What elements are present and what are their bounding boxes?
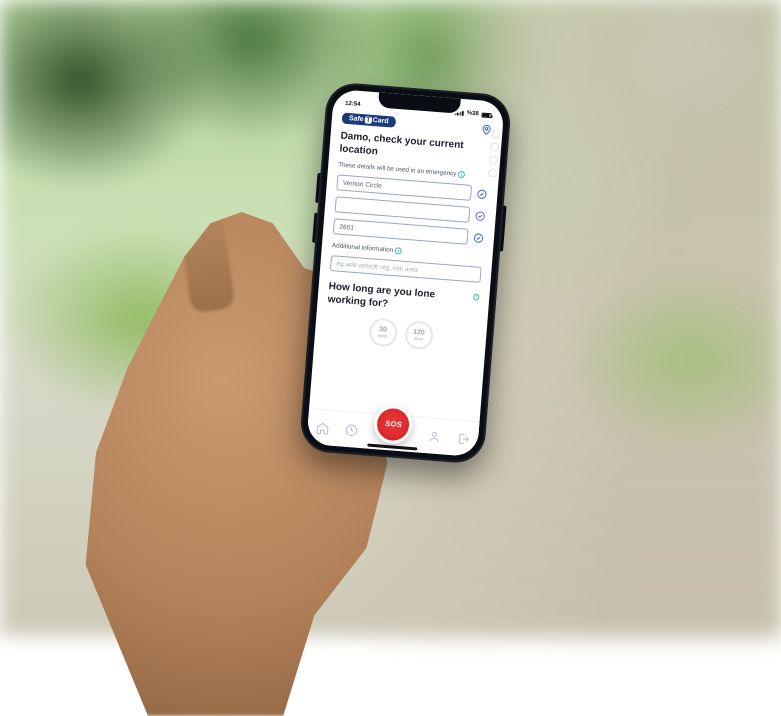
info-icon[interactable]: i (395, 247, 403, 255)
tab-history-icon[interactable] (344, 422, 359, 437)
tab-home-icon[interactable] (315, 420, 330, 435)
form-body: Damo, check your current location These … (309, 130, 501, 422)
address2-verified-icon (474, 210, 486, 222)
postcode-input[interactable]: 2601 (333, 218, 469, 245)
home-indicator[interactable] (367, 444, 417, 451)
address1-verified-icon (476, 188, 488, 200)
duration-120[interactable]: 120mins (404, 320, 434, 350)
tab-profile-icon[interactable] (427, 429, 442, 444)
tab-logout-icon[interactable] (456, 431, 471, 446)
address-line2-input[interactable] (335, 196, 471, 223)
battery-pct: %38 (466, 110, 478, 117)
address-line1-input[interactable]: Vernon Circle (336, 174, 472, 201)
battery-icon (481, 112, 491, 118)
phone-device: 12:54 %38 SafeTCard Damo, check your cur… (299, 81, 512, 464)
signal-icon (455, 110, 464, 116)
status-time: 12:54 (345, 101, 361, 108)
additional-info-input[interactable]: eg add vehicle reg, risk area (330, 255, 482, 283)
duration-heading: How long are you lone working for? i (327, 281, 479, 318)
duration-options: 30mins 120mins (324, 314, 477, 354)
phone-screen: 12:54 %38 SafeTCard Damo, check your cur… (306, 89, 504, 457)
info-icon[interactable]: i (458, 171, 466, 179)
postcode-verified-icon (473, 232, 485, 244)
info-icon[interactable]: i (473, 293, 480, 300)
safetcard-logo: SafeTCard (342, 113, 396, 128)
duration-30[interactable]: 30mins (368, 317, 398, 347)
